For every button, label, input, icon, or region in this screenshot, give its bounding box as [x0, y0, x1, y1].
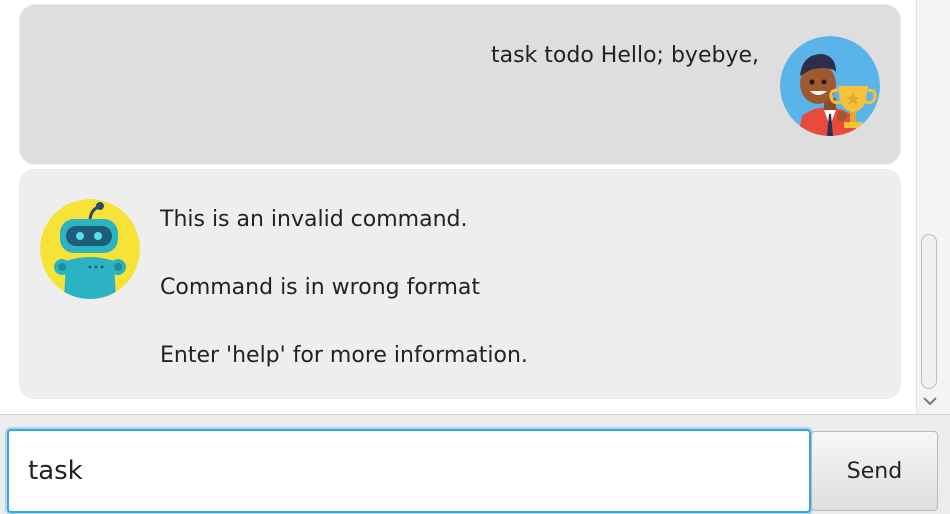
robot-avatar-icon [40, 199, 140, 299]
dialog-container[interactable]: task todo Hello; byebye, This is an inva… [0, 0, 916, 414]
message-input[interactable] [7, 429, 811, 513]
bot-message-line: Command is in wrong format [160, 275, 480, 300]
input-bar: Send [0, 414, 950, 514]
scrollbar-thumb[interactable] [921, 234, 937, 389]
bot-message-bubble: This is an invalid command. Command is i… [19, 169, 901, 399]
send-button[interactable]: Send [811, 431, 938, 511]
user-message-bubble: task todo Hello; byebye, [19, 4, 901, 165]
user-avatar-icon [780, 36, 880, 136]
user-message-text: task todo Hello; byebye, [490, 43, 759, 68]
bot-message-line: This is an invalid command. [160, 207, 468, 232]
vertical-scrollbar[interactable] [916, 0, 950, 414]
chat-window: task todo Hello; byebye, This is an inva… [0, 0, 950, 514]
bot-message-line: Enter 'help' for more information. [160, 343, 528, 368]
bot-message-text: This is an invalid command. Command is i… [160, 203, 528, 373]
chevron-down-icon[interactable] [921, 392, 939, 410]
